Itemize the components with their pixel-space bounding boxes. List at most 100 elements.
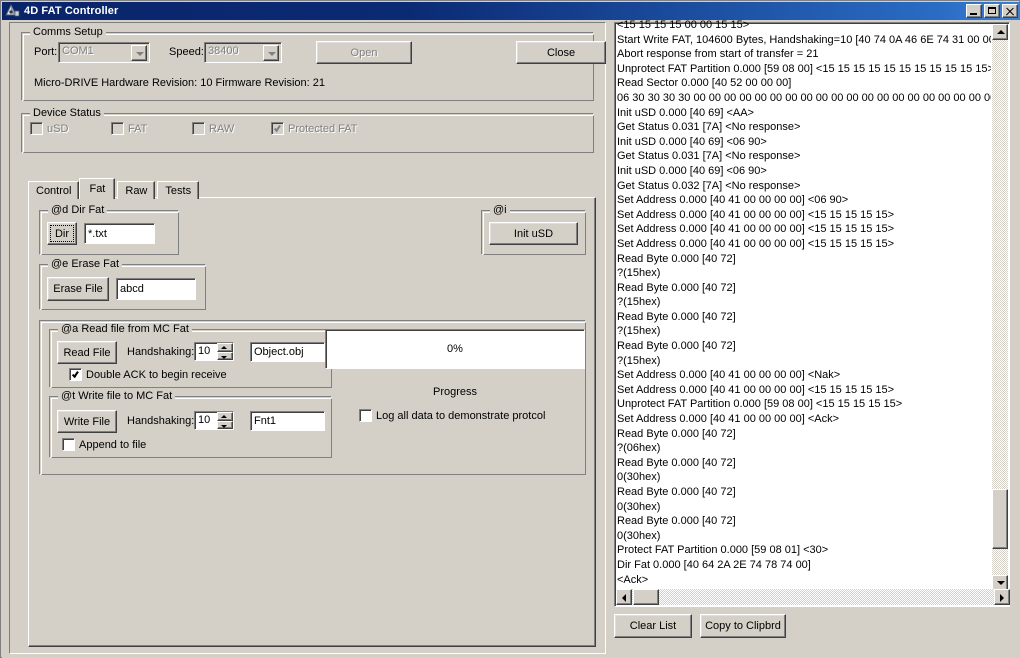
- open-button[interactable]: Open: [316, 41, 412, 64]
- log-line[interactable]: 06 30 30 30 30 00 00 00 00 00 00 00 00 0…: [617, 91, 991, 106]
- stepper-buttons[interactable]: [217, 343, 233, 360]
- log-line[interactable]: Dir Fat 0.000 [40 64 2A 2E 74 78 74 00]: [617, 558, 991, 573]
- vscroll-thumb[interactable]: [992, 489, 1008, 549]
- log-line[interactable]: 0(30hex): [617, 529, 991, 544]
- log-line[interactable]: Read Byte 0.000 [40 72]: [617, 485, 991, 500]
- scroll-up-icon[interactable]: [992, 24, 1008, 40]
- append-to-file-checkbox[interactable]: Append to file: [62, 438, 146, 451]
- log-horizontal-scrollbar[interactable]: [616, 589, 1010, 605]
- dir-fat-label: @d Dir Fat: [48, 204, 108, 216]
- window-title: 4D FAT Controller: [24, 5, 119, 17]
- write-handshaking-label: Handshaking:: [127, 415, 195, 427]
- log-line[interactable]: Get Status 0.032 [7A] <No response>: [617, 179, 991, 194]
- log-line[interactable]: Start Write FAT, 104600 Bytes, Handshaki…: [617, 33, 991, 48]
- log-line[interactable]: 0(30hex): [617, 500, 991, 515]
- hscroll-thumb[interactable]: [633, 589, 659, 605]
- dir-filter-input[interactable]: [84, 223, 155, 244]
- stepper-up-icon[interactable]: [217, 343, 233, 352]
- log-line[interactable]: Unprotect FAT Partition 0.000 [59 08 00]…: [617, 397, 991, 412]
- write-handshaking-stepper[interactable]: 10: [194, 411, 234, 430]
- log-listbox[interactable]: <15 15 15 15 00 00 15 15> Start Write FAT…: [614, 19, 1010, 607]
- log-line[interactable]: Set Address 0.000 [40 41 00 00 00 00] <1…: [617, 208, 991, 223]
- status-checkbox-fat[interactable]: FAT: [111, 122, 147, 135]
- log-line[interactable]: Unprotect FAT Partition 0.000 [59 08 00]…: [617, 62, 991, 77]
- checkbox-box: [69, 368, 82, 381]
- log-line[interactable]: Abort response from start of transfer = …: [617, 47, 991, 62]
- close-button[interactable]: Close: [516, 41, 606, 64]
- hscroll-track[interactable]: [632, 589, 994, 605]
- log-line[interactable]: Read Byte 0.000 [40 72]: [617, 281, 991, 296]
- log-line[interactable]: Get Status 0.031 [7A] <No response>: [617, 120, 991, 135]
- tab-control[interactable]: Control: [28, 181, 80, 199]
- log-line[interactable]: Init uSD 0.000 [40 69] <AA>: [617, 106, 991, 121]
- port-select[interactable]: COM1: [58, 42, 150, 63]
- log-line[interactable]: <15 15 15 15 00 00 15 15>: [617, 18, 991, 33]
- append-to-file-label: Append to file: [79, 438, 147, 451]
- app-window: 4D FAT Controller Comms Setup Port: COM1…: [0, 0, 1020, 658]
- dir-button[interactable]: Dir: [47, 222, 77, 245]
- clear-list-button[interactable]: Clear List: [614, 614, 692, 638]
- tab-raw[interactable]: Raw: [117, 181, 156, 199]
- maximize-icon[interactable]: [984, 4, 1000, 18]
- tab-strip: Control Fat Raw Tests: [28, 178, 201, 199]
- speed-label: Speed:: [169, 46, 204, 58]
- chevron-down-icon[interactable]: [263, 45, 279, 61]
- scroll-right-icon[interactable]: [994, 589, 1010, 605]
- close-icon[interactable]: [1002, 4, 1018, 18]
- log-line[interactable]: Read Byte 0.000 [40 72]: [617, 427, 991, 442]
- window-controls: [966, 4, 1018, 18]
- left-panel: Comms Setup Port: COM1 Speed: 38400 Open…: [9, 22, 606, 654]
- log-line[interactable]: Read Byte 0.000 [40 72]: [617, 514, 991, 529]
- log-line[interactable]: 0(30hex): [617, 470, 991, 485]
- progress-bar: 0%: [325, 329, 585, 369]
- read-handshaking-stepper[interactable]: 10: [194, 342, 234, 361]
- status-checkbox-usd[interactable]: uSD: [30, 122, 68, 135]
- erase-file-button[interactable]: Erase File: [47, 277, 109, 301]
- copy-to-clipboard-button[interactable]: Copy to Clipbrd: [700, 614, 786, 638]
- check-icon: [72, 370, 79, 377]
- log-line[interactable]: Get Status 0.031 [7A] <No response>: [617, 149, 991, 164]
- log-vertical-scrollbar[interactable]: [992, 24, 1008, 591]
- speed-select[interactable]: 38400: [204, 42, 282, 63]
- log-line[interactable]: Init uSD 0.000 [40 69] <06 90>: [617, 135, 991, 150]
- log-line[interactable]: Set Address 0.000 [40 41 00 00 00 00] <1…: [617, 383, 991, 398]
- log-line[interactable]: Set Address 0.000 [40 41 00 00 00 00] <1…: [617, 237, 991, 252]
- status-checkbox-raw[interactable]: RAW: [192, 122, 234, 135]
- log-all-data-checkbox[interactable]: Log all data to demonstrate protcol: [359, 409, 545, 422]
- read-file-button[interactable]: Read File: [57, 341, 117, 364]
- stepper-down-icon[interactable]: [217, 420, 233, 429]
- status-label-fat: FAT: [128, 122, 148, 135]
- log-line[interactable]: Set Address 0.000 [40 41 00 00 00 00] <N…: [617, 368, 991, 383]
- stepper-buttons[interactable]: [217, 412, 233, 429]
- stepper-up-icon[interactable]: [217, 412, 233, 421]
- log-line[interactable]: Read Byte 0.000 [40 72]: [617, 310, 991, 325]
- log-line[interactable]: ?(06hex): [617, 441, 991, 456]
- log-line[interactable]: ?(15hex): [617, 324, 991, 339]
- log-line[interactable]: Set Address 0.000 [40 41 00 00 00 00] <0…: [617, 193, 991, 208]
- log-line[interactable]: <Ack>: [617, 573, 991, 585]
- log-line[interactable]: Set Address 0.000 [40 41 00 00 00 00] <1…: [617, 222, 991, 237]
- log-line[interactable]: Read Byte 0.000 [40 72]: [617, 456, 991, 471]
- log-line[interactable]: Read Sector 0.000 [40 52 00 00 00]: [617, 76, 991, 91]
- write-filename-input[interactable]: [250, 411, 325, 431]
- read-filename-input[interactable]: [250, 342, 325, 362]
- chevron-down-icon[interactable]: [131, 45, 147, 61]
- init-usd-button[interactable]: Init uSD: [489, 222, 578, 245]
- log-line[interactable]: ?(15hex): [617, 266, 991, 281]
- log-line[interactable]: ?(15hex): [617, 295, 991, 310]
- double-ack-checkbox[interactable]: Double ACK to begin receive: [69, 368, 227, 381]
- status-checkbox-protected-fat[interactable]: Protected FAT: [271, 122, 358, 135]
- log-line[interactable]: ?(15hex): [617, 354, 991, 369]
- log-line[interactable]: Init uSD 0.000 [40 69] <06 90>: [617, 164, 991, 179]
- log-line[interactable]: Set Address 0.000 [40 41 00 00 00 00] <A…: [617, 412, 991, 427]
- tab-fat[interactable]: Fat: [79, 178, 116, 199]
- log-line[interactable]: Protect FAT Partition 0.000 [59 08 01] <…: [617, 543, 991, 558]
- tab-tests[interactable]: Tests: [157, 181, 200, 199]
- log-line[interactable]: Read Byte 0.000 [40 72]: [617, 252, 991, 267]
- minimize-icon[interactable]: [966, 4, 982, 18]
- write-file-button[interactable]: Write File: [57, 410, 117, 433]
- erase-filename-input[interactable]: [116, 278, 196, 300]
- log-line[interactable]: Read Byte 0.000 [40 72]: [617, 339, 991, 354]
- scroll-left-icon[interactable]: [616, 589, 632, 605]
- stepper-down-icon[interactable]: [217, 351, 233, 360]
